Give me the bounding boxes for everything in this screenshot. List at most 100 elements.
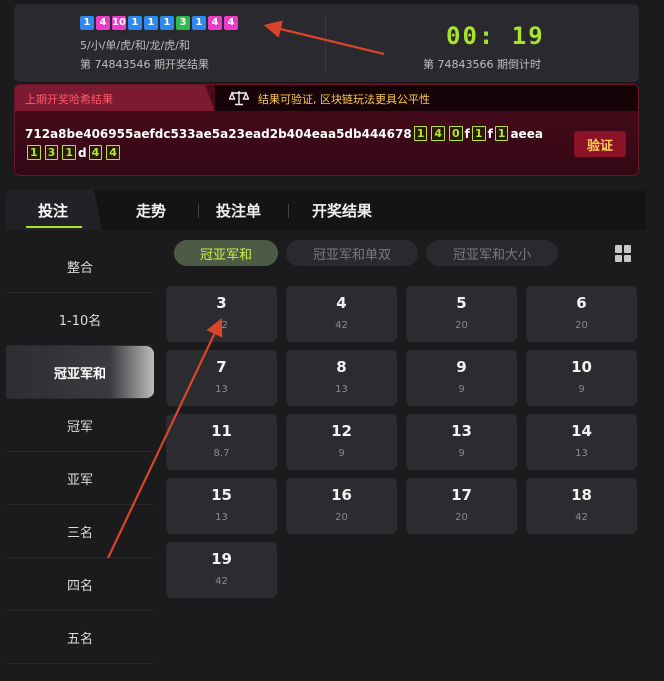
bet-cell-odds: 42: [575, 512, 588, 523]
sidebar-item-third[interactable]: 三名: [6, 505, 154, 558]
hash-highlight-digit: 4: [106, 145, 120, 160]
bet-cell[interactable]: 4 42: [286, 286, 397, 342]
sidebar-item-fourth[interactable]: 四名: [6, 558, 154, 611]
hash-highlight-digit: 0: [449, 126, 463, 141]
countdown-timer: 00: 19: [446, 22, 545, 50]
countdown-label: 第 74843566 期倒计时: [423, 58, 541, 71]
hash-text: aeea: [510, 126, 543, 141]
bet-cell-odds: 9: [578, 384, 585, 395]
bet-cell-odds: 42: [215, 576, 228, 587]
result-ball: 4: [96, 16, 110, 30]
subtab-sum[interactable]: 冠亚军和: [174, 240, 278, 266]
bet-cell-number: 17: [451, 486, 472, 504]
tab-trend[interactable]: 走势: [136, 200, 166, 221]
bet-cell-odds: 9: [338, 448, 345, 459]
bet-cell-odds: 9: [458, 448, 465, 459]
result-ball: 4: [224, 16, 238, 30]
result-ball: 1: [192, 16, 206, 30]
hash-highlight-digit: 4: [88, 145, 103, 160]
hash-highlight-digit: 4: [431, 126, 446, 141]
bet-cell[interactable]: 16 20: [286, 478, 397, 534]
bet-cell[interactable]: 5 20: [406, 286, 517, 342]
hash-text: f: [487, 126, 493, 141]
subtab-sum-big-small[interactable]: 冠亚军和大小: [426, 240, 558, 266]
bet-cell-odds: 20: [575, 320, 588, 331]
bet-cell-odds: 13: [335, 384, 348, 395]
result-balls: 1 4 10 1 1 1 3 1 4 4: [80, 16, 238, 30]
subtab-sum-odd-even[interactable]: 冠亚军和单双: [286, 240, 418, 266]
hash-highlight-digit: 1: [494, 126, 509, 141]
result-ball: 1: [160, 16, 174, 30]
tab-draw-results[interactable]: 开奖结果: [312, 200, 372, 221]
sidebar-item-combined[interactable]: 整合: [6, 240, 154, 293]
panel-divider: [325, 14, 326, 72]
sidebar-item-runnerup[interactable]: 亚军: [6, 452, 154, 505]
bet-cell[interactable]: 17 20: [406, 478, 517, 534]
bet-cell-number: 12: [331, 422, 352, 440]
tab-bet-slip[interactable]: 投注单: [216, 200, 261, 221]
verify-button[interactable]: 验证: [574, 131, 626, 157]
scale-icon: [229, 91, 249, 106]
sidebar-item-fifth[interactable]: 五名: [6, 611, 154, 664]
hash-text: d: [77, 145, 87, 160]
bet-cell-number: 15: [211, 486, 232, 504]
bet-cell-number: 19: [211, 550, 232, 568]
hash-highlight-digit: 3: [44, 145, 59, 160]
bet-cell-odds: 20: [335, 512, 348, 523]
bet-cell-number: 7: [216, 358, 227, 376]
result-ball: 1: [144, 16, 158, 30]
bet-cell-number: 16: [331, 486, 352, 504]
tab-separator: [198, 204, 199, 218]
bet-cell-odds: 8.7: [213, 448, 230, 459]
bet-cell[interactable]: 15 13: [166, 478, 277, 534]
bet-cell[interactable]: 13 9: [406, 414, 517, 470]
result-ball: 10: [112, 16, 126, 30]
hash-string: 712a8be406955aefdc533ae5a23ead2b404eaa5d…: [25, 126, 560, 160]
sidebar-item-champion[interactable]: 冠军: [6, 399, 154, 452]
sidebar-item-1-10[interactable]: 1-10名: [6, 293, 154, 346]
grid-view-icon[interactable]: [615, 245, 632, 262]
bet-cell[interactable]: 10 9: [526, 350, 637, 406]
bet-cell[interactable]: 19 42: [166, 542, 277, 598]
bet-cell-number: 18: [571, 486, 592, 504]
bet-cell[interactable]: 12 9: [286, 414, 397, 470]
bet-cell-number: 5: [456, 294, 467, 312]
hash-text: f: [464, 126, 470, 141]
sidebar-item-champion-runnerup-sum[interactable]: 冠亚军和: [6, 346, 154, 399]
tab-underline: [26, 226, 82, 228]
hash-highlight-digit: 1: [27, 145, 41, 160]
last-result-panel: 1 4 10 1 1 1 3 1 4 4 5/小/单/虎/和/龙/虎/和 第 74843546 期…: [14, 4, 639, 82]
result-issue-label: 第 74843546 期开奖结果: [80, 58, 209, 71]
bet-cell-number: 4: [336, 294, 347, 312]
result-ball: 1: [128, 16, 142, 30]
verify-note: 结果可验证, 区块链玩法更具公平性: [258, 93, 430, 106]
bet-cell-number: 14: [571, 422, 592, 440]
bet-cell[interactable]: 14 13: [526, 414, 637, 470]
bet-cell[interactable]: 99: [406, 350, 517, 406]
bet-cell[interactable]: 11 8.7: [166, 414, 277, 470]
hash-highlight-digit: 1: [413, 126, 428, 141]
hash-highlight-digit: 1: [471, 126, 486, 141]
sidebar: 整合 1-10名 冠亚军和 冠军 亚军 三名 四名 五名: [6, 240, 154, 664]
bet-cell[interactable]: 3 42: [166, 286, 277, 342]
bet-cell[interactable]: 8 13: [286, 350, 397, 406]
hash-tab-label: 上期开奖哈希结果: [25, 93, 113, 106]
bet-cell-odds: 20: [455, 512, 468, 523]
bet-cell-odds: 42: [215, 320, 228, 331]
result-ball: 1: [80, 16, 94, 30]
main-tabs: 投注 走势 投注单 开奖结果: [6, 190, 646, 230]
bet-cell-number: 11: [211, 422, 232, 440]
bet-cell-odds: 20: [455, 320, 468, 331]
bet-cell-number: 3: [216, 294, 227, 312]
bet-cell[interactable]: 7 13: [166, 350, 277, 406]
bet-cell[interactable]: 6 20: [526, 286, 637, 342]
result-summary: 5/小/单/虎/和/龙/虎/和: [80, 39, 190, 52]
bet-cell-odds: 42: [335, 320, 348, 331]
bet-cell[interactable]: 18 42: [526, 478, 637, 534]
tab-separator: [288, 204, 289, 218]
bet-cell-number: 13: [451, 422, 472, 440]
bet-cell-odds: 13: [215, 384, 228, 395]
bet-cell-odds: 9: [458, 384, 465, 395]
hash-text: 712a8be406955aefdc533ae5a23ead2b404eaa5d…: [25, 126, 412, 141]
tab-bet[interactable]: 投注: [38, 200, 68, 221]
